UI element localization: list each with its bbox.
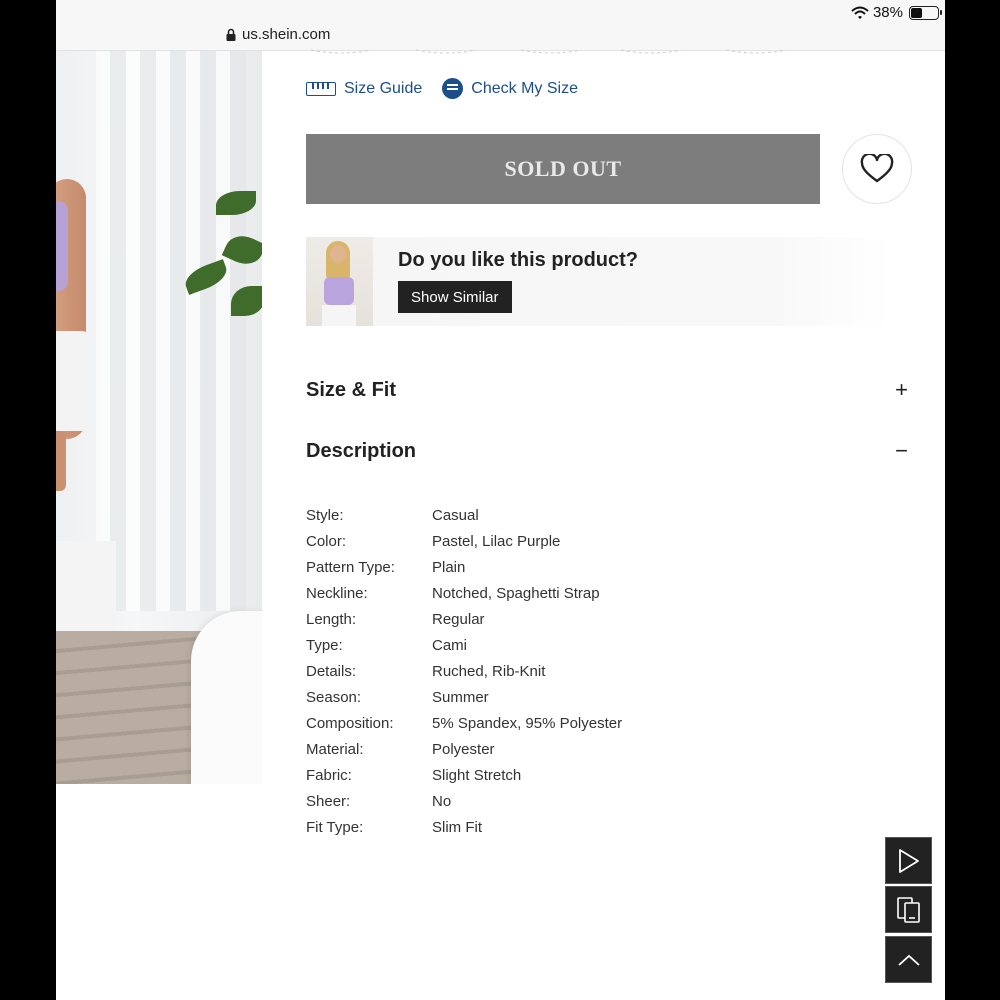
size-options-dashes [310,49,787,54]
attribute-label: Composition: [306,714,394,732]
battery-percent: 38% [872,4,903,21]
heart-icon [860,154,894,183]
copy-icon [896,896,920,923]
attribute-value: Pastel, Lilac Purple [432,532,561,550]
url-text: us.shein.com [242,26,331,43]
attribute-label: Type: [306,636,343,654]
expand-icon[interactable]: + [895,377,908,403]
video-button[interactable] [885,837,932,884]
attribute-label: Length: [306,610,357,628]
size-guide-label: Size Guide [344,79,423,97]
attribute-row: Composition: 5% Spandex, 95% Polyester [306,710,622,736]
image-model-top [56,201,68,291]
check-size-icon [442,78,464,99]
size-links: Size Guide Check My Size [306,78,578,99]
wishlist-button[interactable] [842,134,912,204]
attribute-value: No [432,792,452,810]
size-fit-section[interactable]: Size & Fit + [306,377,912,403]
back-to-top-button[interactable] [885,936,932,983]
attribute-row: Pattern Type: Plain [306,554,622,580]
attribute-value: Slight Stretch [432,766,522,784]
address-bar[interactable]: us.shein.com [226,26,330,43]
check-size-link[interactable]: Check My Size [442,78,578,99]
attribute-value: Plain [432,558,466,576]
attribute-row: Neckline: Notched, Spaghetti Strap [306,580,622,606]
attribute-row: Sheer: No [306,788,622,814]
attribute-label: Color: [306,532,347,550]
attribute-label: Details: [306,662,357,680]
attribute-row: Material: Polyester [306,736,622,762]
attribute-label: Material: [306,740,364,758]
browser-topbar: 38% us.shein.com [56,0,945,51]
attribute-label: Neckline: [306,584,368,602]
description-section[interactable]: Description − [306,438,912,464]
ruler-icon [306,81,336,96]
check-size-label: Check My Size [471,79,578,97]
attribute-value: Polyester [432,740,495,758]
attribute-row: Type: Cami [306,632,622,658]
image-model-leg [56,431,66,491]
attribute-label: Style: [306,506,344,524]
size-guide-link[interactable]: Size Guide [306,80,422,98]
attribute-row: Fit Type: Slim Fit [306,814,622,840]
attribute-value: Notched, Spaghetti Strap [432,584,600,602]
attribute-value: Summer [432,688,489,706]
attribute-row: Details: Ruched, Rib-Knit [306,658,622,684]
attribute-value: Slim Fit [432,818,482,836]
attribute-row: Season: Summer [306,684,622,710]
similar-product-thumbnail[interactable] [306,237,373,326]
battery-icon [909,5,942,20]
compare-button[interactable] [885,886,932,933]
chevron-up-icon [897,954,920,966]
promo-question: Do you like this product? [398,249,639,271]
image-wall [56,541,116,641]
attribute-row: Style: Casual [306,502,622,528]
description-title: Description [306,439,417,462]
attribute-label: Season: [306,688,362,706]
attribute-label: Fabric: [306,766,352,784]
attribute-label: Sheer: [306,792,351,810]
sold-out-button[interactable]: SOLD OUT [306,134,820,204]
image-pillow [191,611,262,784]
attribute-value: Ruched, Rib-Knit [432,662,546,680]
attribute-value: Cami [432,636,468,654]
attribute-row: Fabric: Slight Stretch [306,762,622,788]
image-plant-leaf [216,191,256,215]
browser-screen: 38% us.shein.com Size Guide Check My Siz… [56,0,945,1000]
wifi-icon [851,6,869,19]
product-image[interactable] [56,51,262,784]
lock-icon [226,28,236,41]
attribute-label: Pattern Type: [306,558,395,576]
show-similar-button[interactable]: Show Similar [398,281,512,313]
attribute-value: 5% Spandex, 95% Polyester [432,714,623,732]
attribute-label: Fit Type: [306,818,364,836]
image-model-shorts [56,331,90,431]
attribute-value: Casual [432,506,479,524]
battery-fill [911,7,922,18]
play-icon [898,848,919,873]
attribute-row: Length: Regular [306,606,622,632]
image-curtain [96,51,246,611]
collapse-icon[interactable]: − [895,438,908,464]
similar-products-banner: Do you like this product? Show Similar [306,237,891,326]
attribute-list: Style: Casual Color: Pastel, Lilac Purple Pa… [306,502,622,840]
size-fit-title: Size & Fit [306,378,397,401]
attribute-value: Regular [432,610,485,628]
attribute-row: Color: Pastel, Lilac Purple [306,528,622,554]
status-bar: 38% [851,4,942,21]
